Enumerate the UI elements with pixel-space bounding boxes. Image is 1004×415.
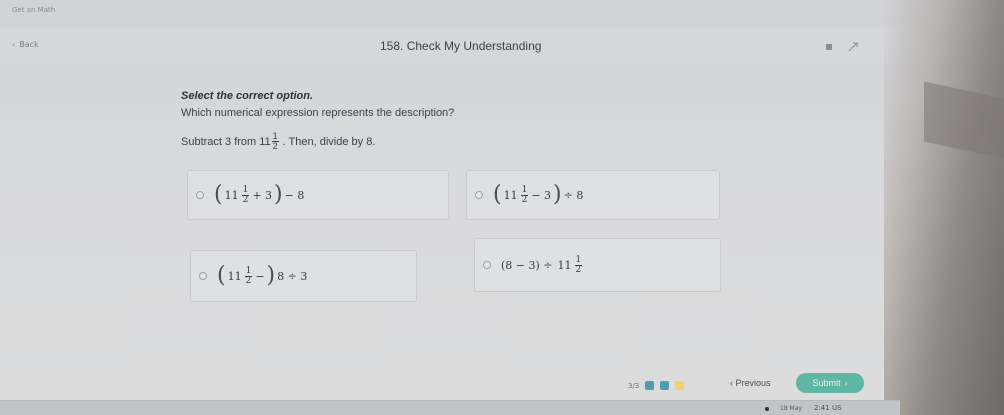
- progress-square-1[interactable]: [645, 381, 655, 390]
- option-a-numerator: 1: [241, 184, 250, 196]
- previous-button[interactable]: ‹ Previous: [730, 378, 771, 388]
- option-b-operation: − 3: [531, 188, 552, 202]
- paren-open: (: [214, 182, 223, 207]
- option-b-denominator: 2: [521, 194, 528, 205]
- description-suffix: . Then, divide by 8.: [282, 135, 376, 148]
- option-a[interactable]: ( 11 1 2 + 3 ) − 8: [187, 170, 449, 220]
- option-d-before: (8 − 3) ÷: [501, 258, 553, 272]
- paren-close: ): [274, 182, 283, 207]
- option-d-whole: 11: [557, 258, 572, 272]
- chevron-left-icon: ‹: [12, 40, 16, 49]
- option-c-operation: −: [255, 269, 265, 283]
- option-a-operation: + 3: [252, 188, 273, 202]
- question-prompt: Select the correct option.: [181, 90, 314, 102]
- option-a-expression: ( 11 1 2 + 3 ) − 8: [214, 184, 304, 206]
- taskbar-date: 18 May: [780, 405, 802, 412]
- browser-top-strip: [0, 0, 900, 26]
- option-b-whole: 11: [503, 188, 518, 202]
- bookmark-icon[interactable]: [824, 37, 834, 50]
- submit-label: Submit: [812, 378, 841, 388]
- option-b-expression: ( 11 1 2 − 3 ) ÷ 8: [493, 184, 583, 206]
- status-dot-icon: [765, 407, 769, 411]
- option-c-whole: 11: [227, 269, 242, 283]
- option-c-fraction: 1 2: [244, 265, 253, 286]
- submit-button[interactable]: Submit ›: [796, 373, 864, 393]
- option-a-fraction: 1 2: [241, 184, 250, 205]
- paren-close: ): [266, 263, 276, 288]
- option-b-fraction: 1 2: [520, 184, 529, 205]
- browser-tab-title[interactable]: Get an Math: [12, 6, 55, 14]
- page-title: 158. Check My Understanding: [380, 39, 542, 53]
- progress-count: 3/3: [628, 381, 640, 390]
- paren-open: (: [217, 263, 226, 288]
- radio-option-c[interactable]: [199, 272, 207, 280]
- option-b-after: ÷ 8: [563, 188, 584, 202]
- description-fraction: 1 2: [271, 132, 279, 151]
- back-button[interactable]: ‹ Back: [12, 40, 39, 49]
- device-bezel: [884, 0, 1004, 415]
- option-b[interactable]: ( 11 1 2 − 3 ) ÷ 8: [466, 170, 720, 220]
- question-description: Subtract 3 from 11 1 2 . Then, divide by…: [181, 132, 375, 151]
- taskbar-time: 2:41 US: [814, 404, 842, 412]
- description-denominator: 2: [272, 141, 278, 151]
- radio-option-a[interactable]: [196, 191, 204, 199]
- option-c-numerator: 1: [244, 265, 253, 277]
- progress-square-3[interactable]: [675, 381, 685, 390]
- option-d-fraction: 1 2: [574, 254, 583, 275]
- option-d-expression: (8 − 3) ÷ 11 1 2: [501, 254, 583, 275]
- previous-label: Previous: [735, 378, 771, 388]
- option-a-whole: 11: [224, 188, 239, 202]
- option-c-after: 8 ÷ 3: [277, 269, 308, 283]
- option-b-numerator: 1: [520, 184, 529, 196]
- option-d-denominator: 2: [575, 264, 582, 275]
- description-whole: 11: [259, 135, 271, 148]
- option-a-denominator: 2: [242, 194, 249, 205]
- back-label: Back: [19, 40, 39, 49]
- description-prefix: Subtract 3 from: [181, 135, 257, 148]
- option-c-denominator: 2: [245, 275, 252, 286]
- radio-option-b[interactable]: [475, 191, 483, 199]
- question-text: Which numerical expression represents th…: [181, 107, 455, 119]
- radio-option-d[interactable]: [483, 261, 491, 269]
- option-c[interactable]: ( 11 1 2 − ) 8 ÷ 3: [190, 250, 417, 302]
- expand-icon[interactable]: [848, 37, 858, 52]
- description-mixed-number: 11 1 2: [259, 132, 279, 151]
- progress-indicator: 3/3: [628, 381, 685, 390]
- option-d-numerator: 1: [574, 254, 583, 266]
- chevron-right-icon: ›: [844, 378, 848, 388]
- option-a-after: − 8: [284, 188, 305, 202]
- option-c-expression: ( 11 1 2 − ) 8 ÷ 3: [217, 265, 307, 287]
- option-d[interactable]: (8 − 3) ÷ 11 1 2: [474, 238, 721, 292]
- paren-open: (: [493, 182, 502, 207]
- paren-close: ): [553, 182, 562, 207]
- progress-square-2[interactable]: [660, 381, 670, 390]
